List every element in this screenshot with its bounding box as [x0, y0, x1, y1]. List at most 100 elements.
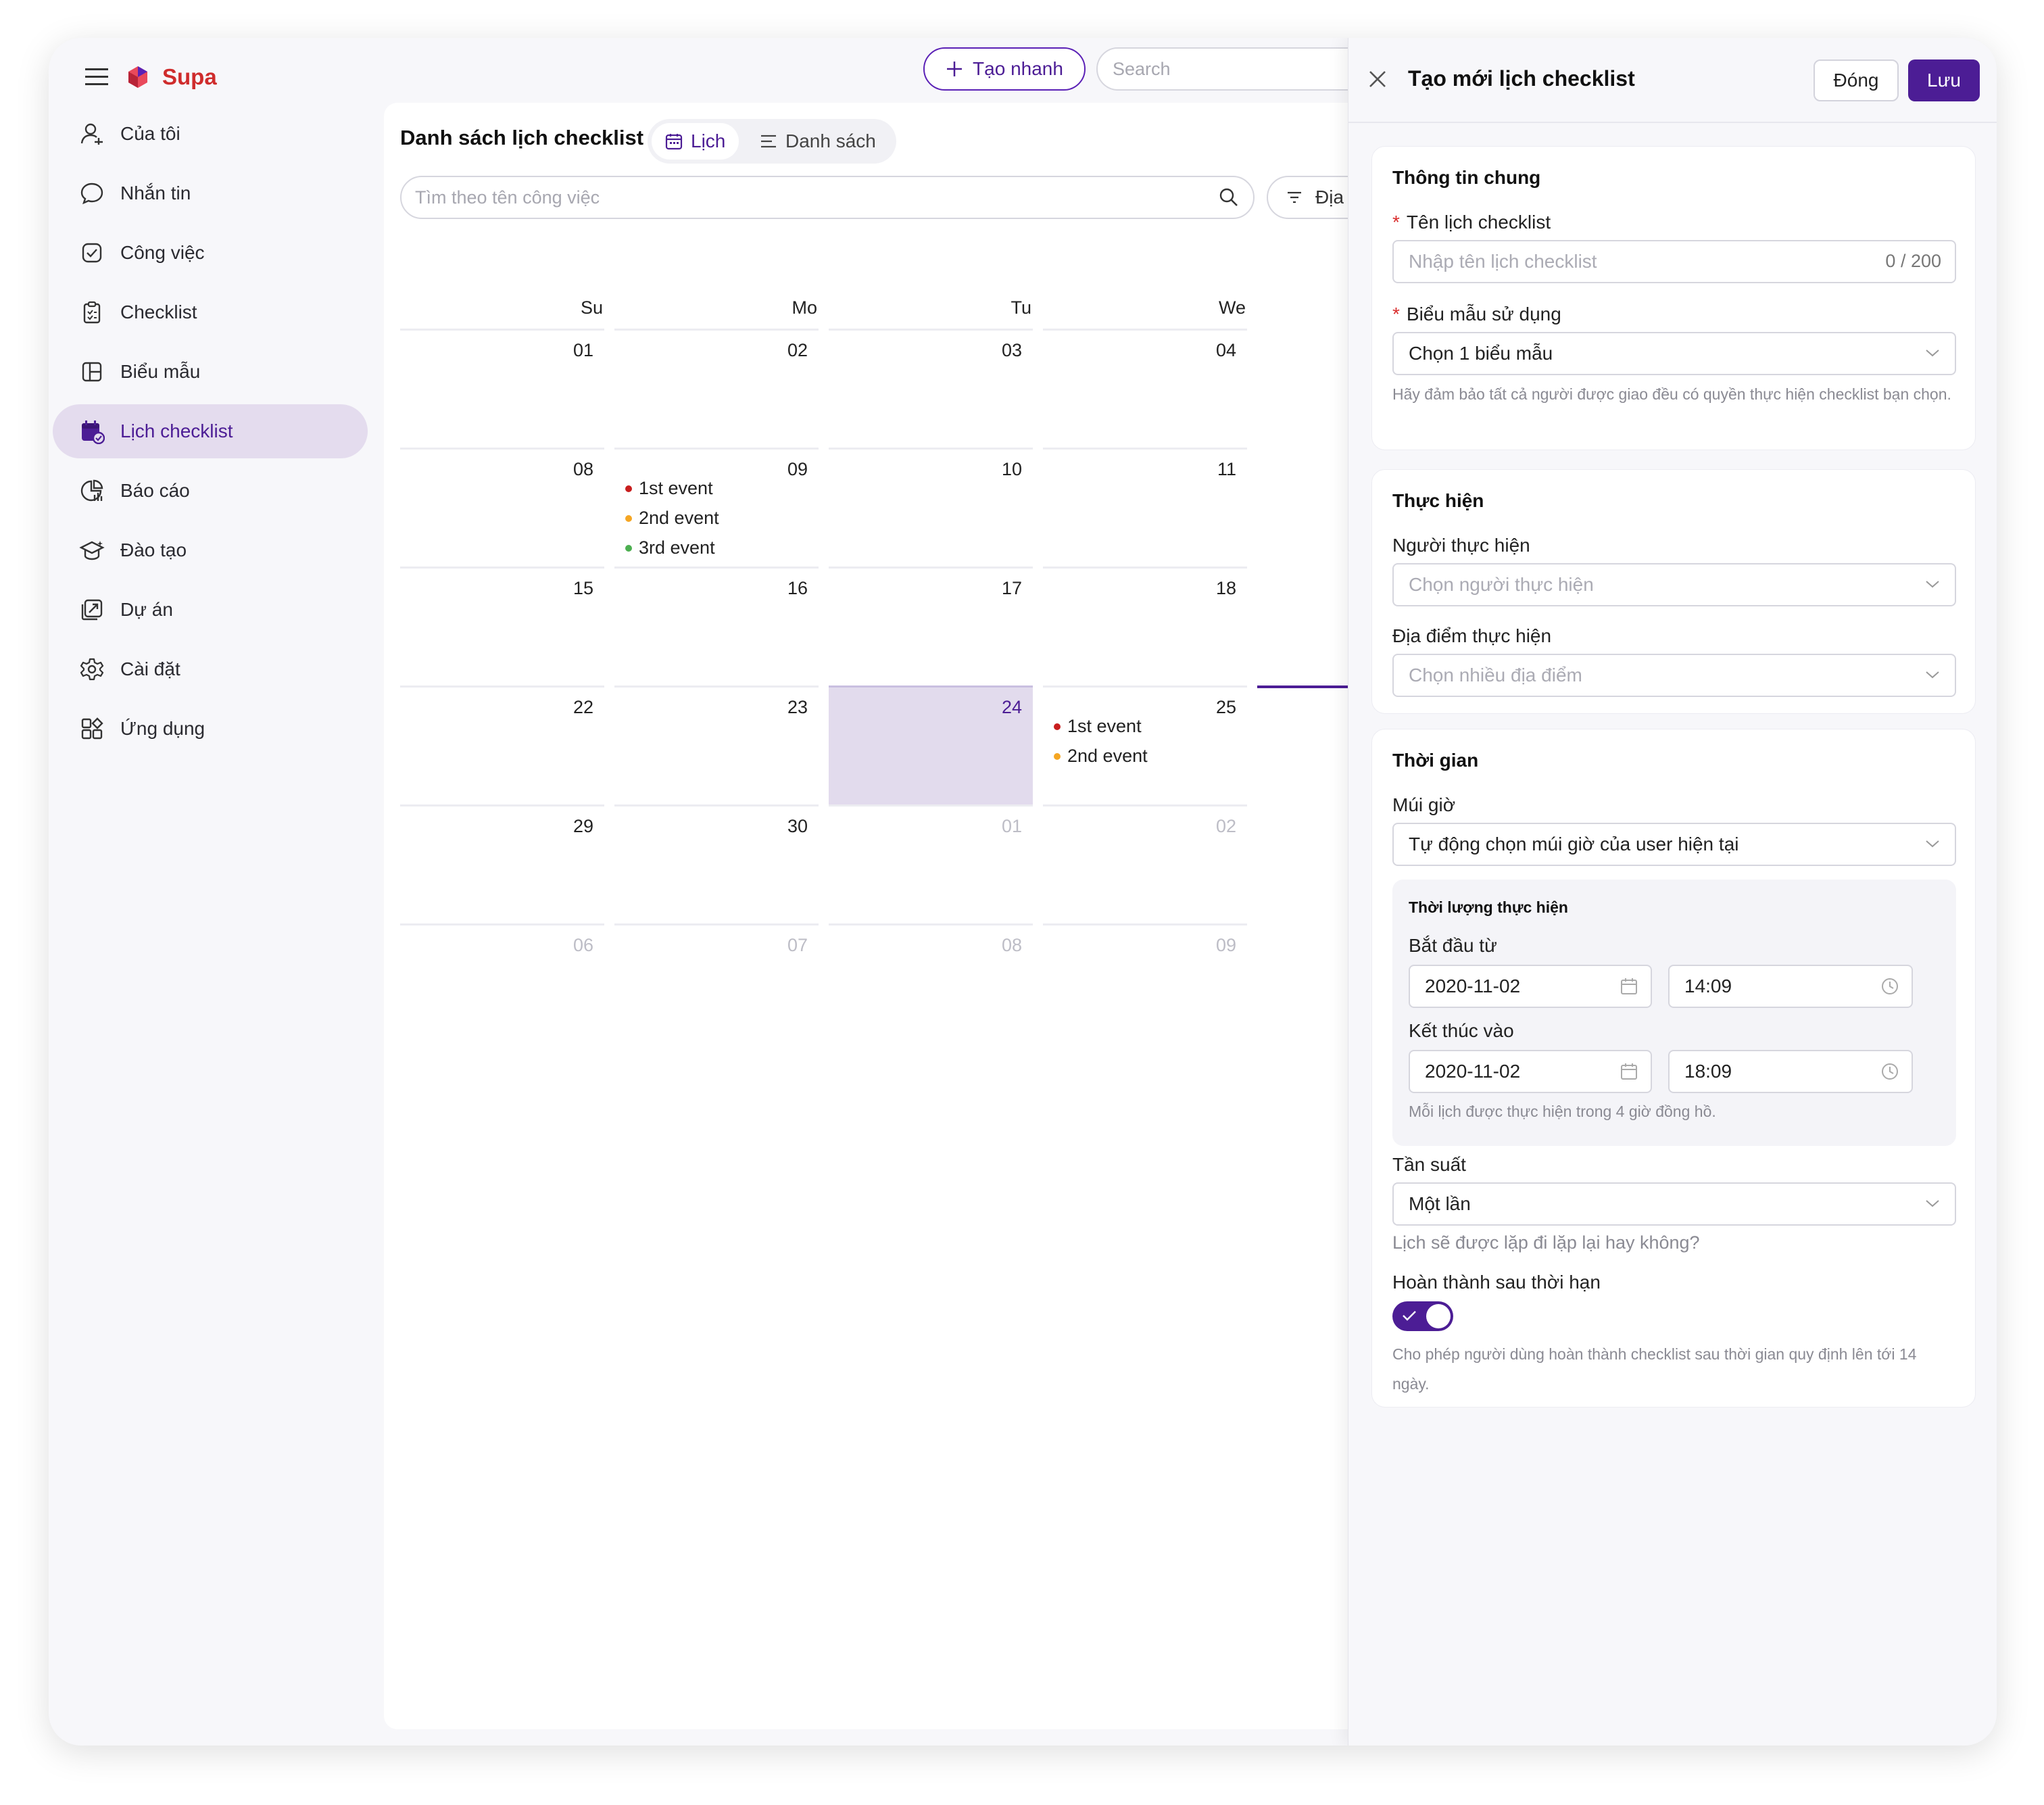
- assignee-select[interactable]: Chọn người thực hiện: [1392, 563, 1956, 606]
- filter-icon: [1288, 191, 1301, 203]
- sidebar-item-cong-viec[interactable]: Công việc: [53, 226, 368, 280]
- timezone-select[interactable]: Tự động chọn múi giờ của user hiện tại: [1392, 823, 1956, 866]
- calendar-event[interactable]: 1st event: [1054, 716, 1142, 737]
- required-mark: *: [1392, 304, 1400, 324]
- calendar-day-cell-next-month[interactable]: 06: [400, 923, 604, 1042]
- late-completion-toggle[interactable]: [1392, 1301, 1453, 1331]
- form-value: Chọn 1 biểu mẫu: [1409, 343, 1553, 364]
- event-dot-green: [625, 544, 632, 552]
- calendar-day-cell-next-month[interactable]: 09: [1043, 923, 1247, 1042]
- calendar-event[interactable]: 2nd event: [625, 508, 719, 529]
- duration-title: Thời lượng thực hiện: [1409, 898, 1568, 916]
- weekday-tu: Tu: [1011, 297, 1031, 318]
- calendar-day-cell-today[interactable]: 24: [829, 685, 1033, 804]
- save-button[interactable]: Lưu: [1908, 59, 1980, 101]
- close-icon[interactable]: [1366, 68, 1389, 91]
- view-calendar-button[interactable]: Lịch: [652, 123, 739, 160]
- sidebar-item-cai-dat[interactable]: Cài đặt: [53, 642, 368, 696]
- calendar-day-cell[interactable]: 23: [614, 685, 819, 804]
- plus-icon: [947, 62, 963, 76]
- sidebar-item-label: Báo cáo: [120, 480, 190, 501]
- sidebar-item-label: Lịch checklist: [120, 420, 233, 441]
- end-time-input[interactable]: 18:09: [1668, 1050, 1913, 1093]
- training-icon: [78, 537, 105, 564]
- quick-create-button[interactable]: Tạo nhanh: [923, 47, 1086, 91]
- view-list-button[interactable]: Danh sách: [746, 123, 890, 160]
- chevron-down-icon: [1926, 1200, 1939, 1207]
- location-label: Địa điểm thực hiện: [1392, 625, 1552, 646]
- calendar-day-cell[interactable]: 10: [829, 448, 1033, 567]
- calendar-day-cell[interactable]: 15: [400, 567, 604, 685]
- calendar-day-cell[interactable]: 08: [400, 448, 604, 567]
- sidebar-item-label: Dự án: [120, 599, 173, 620]
- calendar-day-cell[interactable]: 01: [400, 329, 604, 448]
- sidebar-item-cua-toi[interactable]: Của tôi: [53, 107, 368, 161]
- task-search-input[interactable]: Tìm theo tên công việc: [400, 176, 1255, 219]
- calendar-day-cell-partial[interactable]: [1257, 685, 1359, 804]
- sidebar-item-lich-checklist[interactable]: Lịch checklist: [53, 404, 368, 458]
- duration-help-text: Mỗi lịch được thực hiện trong 4 giờ đồng…: [1409, 1103, 1716, 1120]
- day-number: 01: [573, 340, 593, 360]
- frequency-value: Một lần: [1409, 1193, 1471, 1214]
- calendar-day-cell-next-month[interactable]: 02: [1043, 804, 1247, 923]
- form-template-select[interactable]: Chọn 1 biểu mẫu: [1392, 332, 1956, 375]
- calendar-day-cell[interactable]: 30: [614, 804, 819, 923]
- hamburger-menu-icon[interactable]: [73, 57, 120, 97]
- calendar-day-cell[interactable]: 03: [829, 329, 1033, 448]
- calendar-day-cell[interactable]: 11: [1043, 448, 1247, 567]
- weekday-we: We: [1218, 297, 1246, 318]
- time-card: Thời gian Múi giờ Tự động chọn múi giờ c…: [1371, 729, 1976, 1407]
- event-label: 2nd event: [639, 508, 719, 528]
- start-label: Bắt đầu từ: [1409, 935, 1497, 956]
- calendar-day-cell[interactable]: 18: [1043, 567, 1247, 685]
- calendar-day-cell[interactable]: 22: [400, 685, 604, 804]
- calendar-event[interactable]: 2nd event: [1054, 746, 1148, 767]
- sidebar-item-bao-cao[interactable]: Báo cáo: [53, 464, 368, 518]
- event-label: 1st event: [639, 478, 713, 498]
- start-date-input[interactable]: 2020-11-02: [1409, 965, 1652, 1008]
- location-placeholder: Chọn nhiều địa điểm: [1409, 665, 1582, 685]
- field-label: * Biểu mẫu sử dụng: [1392, 304, 1561, 325]
- schedule-name-input[interactable]: Nhập tên lịch checklist 0 / 200: [1392, 240, 1956, 283]
- calendar-day-cell-next-month[interactable]: 01: [829, 804, 1033, 923]
- calendar-day-cell[interactable]: 09 1st event 2nd event 3rd event: [614, 448, 819, 567]
- frequency-select[interactable]: Một lần: [1392, 1182, 1956, 1226]
- supa-logo-icon: [128, 66, 147, 88]
- section-title: Thông tin chung: [1392, 167, 1541, 188]
- calendar-day-cell[interactable]: 04: [1043, 329, 1247, 448]
- calendar-day-cell[interactable]: 16: [614, 567, 819, 685]
- sidebar-item-dao-tao[interactable]: Đào tạo: [53, 523, 368, 577]
- calendar-event[interactable]: 1st event: [625, 478, 713, 499]
- day-number: 08: [573, 459, 593, 479]
- project-icon: [78, 596, 105, 623]
- calendar-day-cell[interactable]: 25 1st event 2nd event: [1043, 685, 1247, 804]
- search-icon[interactable]: [1218, 187, 1240, 208]
- sidebar-item-bieu-mau[interactable]: Biểu mẫu: [53, 345, 368, 399]
- calendar-day-cell[interactable]: 17: [829, 567, 1033, 685]
- close-button[interactable]: Đóng: [1814, 59, 1899, 101]
- event-dot-orange: [625, 514, 632, 522]
- brand-logo[interactable]: Supa: [123, 51, 217, 103]
- name-label: Tên lịch checklist: [1406, 212, 1551, 233]
- sidebar-item-label: Checklist: [120, 302, 197, 322]
- end-date-input[interactable]: 2020-11-02: [1409, 1050, 1652, 1093]
- sidebar-item-nhan-tin[interactable]: Nhắn tin: [53, 166, 368, 220]
- calendar-day-cell-next-month[interactable]: 08: [829, 923, 1033, 1042]
- day-number: 16: [787, 578, 808, 598]
- create-checklist-schedule-drawer: Tạo mới lịch checklist Đóng Lưu Thông ti…: [1348, 38, 1997, 1746]
- day-number: 15: [573, 578, 593, 598]
- calendar-day-cell[interactable]: 29: [400, 804, 604, 923]
- sidebar-item-label: Đào tạo: [120, 539, 187, 560]
- start-time-input[interactable]: 14:09: [1668, 965, 1913, 1008]
- sidebar-item-du-an[interactable]: Dự án: [53, 583, 368, 637]
- task-search-placeholder: Tìm theo tên công việc: [415, 187, 600, 208]
- calendar-event[interactable]: 3rd event: [625, 537, 715, 558]
- location-select[interactable]: Chọn nhiều địa điểm: [1392, 654, 1956, 697]
- sidebar-item-checklist[interactable]: Checklist: [53, 285, 368, 339]
- report-icon: [78, 477, 105, 504]
- calendar-day-cell-next-month[interactable]: 07: [614, 923, 819, 1042]
- day-number: 23: [787, 697, 808, 717]
- calendar-day-cell[interactable]: 02: [614, 329, 819, 448]
- assignee-placeholder: Chọn người thực hiện: [1409, 574, 1594, 595]
- sidebar-item-ung-dung[interactable]: Ứng dụng: [53, 702, 368, 756]
